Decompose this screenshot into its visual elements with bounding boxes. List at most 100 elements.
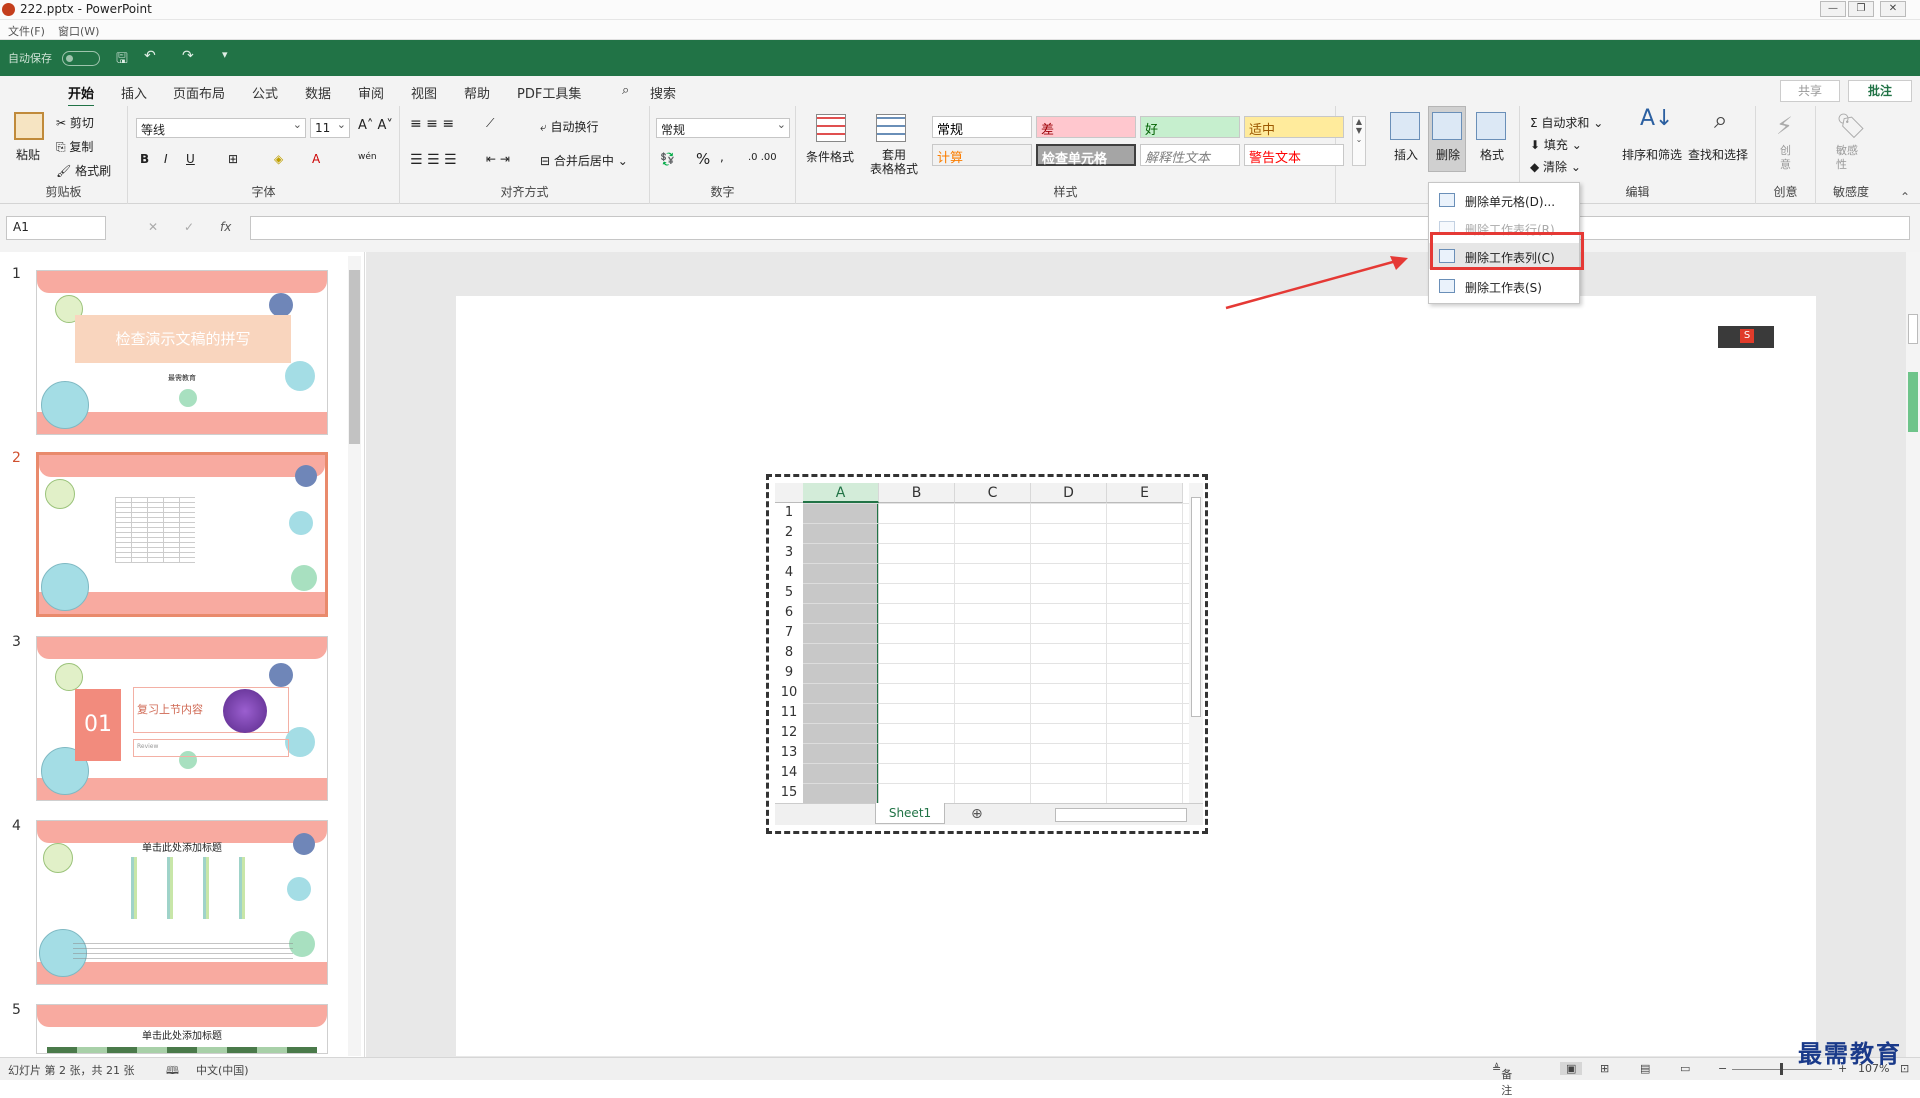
cell-grid[interactable] — [803, 503, 1189, 803]
percent-icon[interactable]: % — [696, 150, 710, 168]
cell-style-5[interactable]: 检查单元格 — [1036, 144, 1136, 167]
row-header[interactable]: 15 — [775, 783, 803, 803]
merge-center-button[interactable]: ⊟ 合并后居中 ⌄ — [540, 152, 628, 169]
paste-icon[interactable] — [14, 112, 44, 140]
italic-icon[interactable]: I — [164, 152, 168, 166]
font-color-icon[interactable]: A — [312, 152, 320, 166]
sensitivity-icon[interactable]: 🏷 — [1836, 112, 1866, 140]
comments-button[interactable]: 批注 — [1848, 80, 1912, 102]
cell-style-4[interactable]: 计算 — [932, 144, 1032, 166]
number-format-combo[interactable]: 常规 — [656, 118, 790, 138]
slide-thumbnail-4[interactable]: 单击此处添加标题 — [36, 820, 328, 985]
comma-icon[interactable]: , — [720, 150, 724, 164]
font-size-combo[interactable]: 11 — [310, 118, 350, 138]
slide-sorter-icon[interactable]: ⊞ — [1600, 1062, 1609, 1075]
undo-icon[interactable]: ↶ — [144, 48, 156, 64]
row-header[interactable]: 1 — [775, 503, 803, 523]
row-header[interactable]: 7 — [775, 623, 803, 643]
ideas-icon[interactable]: ⚡ — [1776, 112, 1793, 140]
zoom-out-icon[interactable]: − — [1718, 1062, 1727, 1075]
row-header[interactable]: 2 — [775, 523, 803, 543]
styles-scroll[interactable]: ▲ ▼ ⌄ — [1352, 116, 1366, 166]
delete-cells-item[interactable]: 删除单元格(D)... — [1429, 187, 1579, 213]
row-header[interactable]: 6 — [775, 603, 803, 623]
fill-color-icon[interactable]: ◈ — [274, 152, 283, 166]
delete-cells-icon[interactable] — [1432, 112, 1462, 140]
sort-filter-button[interactable]: 排序和筛选 — [1622, 146, 1682, 163]
ideas-button[interactable]: 创 意 — [1780, 144, 1791, 172]
tab-insert[interactable]: 插入 — [121, 83, 147, 102]
column-header[interactable]: C — [955, 483, 1031, 503]
cell-style-0[interactable]: 常规 — [932, 116, 1032, 138]
main-scrollbar[interactable] — [1906, 252, 1920, 1057]
column-header[interactable]: B — [879, 483, 955, 503]
conditional-format-icon[interactable] — [816, 114, 846, 142]
cut-button[interactable]: ✂ 剪切 — [56, 114, 94, 131]
grow-font-icon[interactable]: A˄ A˅ — [358, 118, 393, 133]
function-icon[interactable]: fx — [220, 220, 231, 234]
column-header[interactable]: A — [803, 483, 879, 503]
tab-view[interactable]: 视图 — [411, 83, 437, 102]
reading-view-icon[interactable]: ▤ — [1640, 1062, 1650, 1075]
currency-icon[interactable]: 💱 — [660, 152, 675, 166]
share-button[interactable]: 共享 — [1780, 80, 1840, 102]
spreadsheet-vscroll[interactable] — [1189, 483, 1203, 803]
row-header[interactable]: 4 — [775, 563, 803, 583]
row-header[interactable]: 10 — [775, 683, 803, 703]
slide-thumbnail-2[interactable] — [36, 452, 328, 617]
delete-sheet-item[interactable]: 删除工作表(S) — [1429, 273, 1579, 299]
insert-cells-button[interactable]: 插入 — [1394, 146, 1418, 163]
slide-thumbnail-3[interactable]: 01 复习上节内容 Review — [36, 636, 328, 801]
wrap-text-button[interactable]: ⤶ 自动换行 — [540, 118, 599, 135]
slide-thumbnail-1[interactable]: 检查演示文稿的拼写 最需教育 — [36, 270, 328, 435]
cell-style-2[interactable]: 好 — [1140, 116, 1240, 138]
normal-view-icon[interactable]: ▣ — [1560, 1062, 1583, 1075]
row-header[interactable]: 13 — [775, 743, 803, 763]
notes-button[interactable]: ≜ 备注 — [1492, 1062, 1512, 1097]
row-header[interactable]: 3 — [775, 543, 803, 563]
sensitivity-button[interactable]: 敏感 性 — [1836, 144, 1858, 172]
language-status[interactable]: 中文(中国) — [196, 1062, 249, 1078]
orientation-icon[interactable]: ⟋ — [486, 116, 494, 131]
row-header[interactable]: 9 — [775, 663, 803, 683]
conditional-format-button[interactable]: 条件格式 — [806, 148, 854, 165]
autosave-toggle[interactable] — [62, 51, 100, 66]
format-cells-button[interactable]: 格式 — [1480, 146, 1504, 163]
cell-style-6[interactable]: 解释性文本 — [1140, 144, 1240, 166]
cell-style-3[interactable]: 适中 — [1244, 116, 1344, 138]
save-icon[interactable]: 🖫 — [116, 48, 128, 72]
cell-style-7[interactable]: 警告文本 — [1244, 144, 1344, 166]
table-format-icon[interactable] — [876, 114, 906, 142]
border-icon[interactable]: ⊞ — [228, 152, 238, 166]
delete-cells-button[interactable]: 删除 — [1436, 146, 1460, 163]
customize-qat-icon[interactable]: ▾ — [222, 48, 228, 61]
column-header[interactable]: E — [1107, 483, 1183, 503]
fill-button[interactable]: ⬇ 填充 ⌄ — [1530, 136, 1582, 153]
underline-icon[interactable]: U — [186, 152, 195, 166]
tab-formulas[interactable]: 公式 — [252, 83, 278, 102]
indent-icon[interactable]: ⇤ ⇥ — [486, 152, 510, 166]
minimize-button[interactable]: — — [1820, 1, 1846, 17]
tab-home[interactable]: 开始 — [68, 83, 95, 108]
tab-help[interactable]: 帮助 — [464, 83, 490, 102]
find-select-button[interactable]: 查找和选择 — [1688, 146, 1748, 163]
decimal-icon[interactable]: .0 .00 — [748, 152, 777, 163]
row-header[interactable]: 11 — [775, 703, 803, 723]
tab-data[interactable]: 数据 — [305, 83, 331, 102]
redo-icon[interactable]: ↷ — [182, 48, 194, 64]
bold-icon[interactable]: B — [140, 152, 149, 166]
tab-page-layout[interactable]: 页面布局 — [173, 83, 225, 102]
format-cells-icon[interactable] — [1476, 112, 1506, 140]
menu-file[interactable]: 文件(F) — [8, 23, 45, 39]
find-icon[interactable]: ⌕ — [1714, 106, 1727, 134]
align-top-icon[interactable]: ≡ ≡ ≡ — [410, 116, 454, 132]
column-header[interactable]: D — [1031, 483, 1107, 503]
restore-button[interactable]: ❐ — [1848, 1, 1874, 17]
align-left-icon[interactable]: ☰ ☰ ☰ — [410, 152, 457, 168]
enter-icon[interactable]: ✓ — [184, 220, 194, 234]
search-label[interactable]: 搜索 — [650, 83, 676, 102]
spell-check-icon[interactable]: 🕮 — [166, 1062, 179, 1081]
autosum-button[interactable]: Σ 自动求和 ⌄ — [1530, 114, 1603, 131]
phonetic-icon[interactable]: wén — [358, 152, 377, 162]
formula-input[interactable] — [250, 216, 1910, 240]
